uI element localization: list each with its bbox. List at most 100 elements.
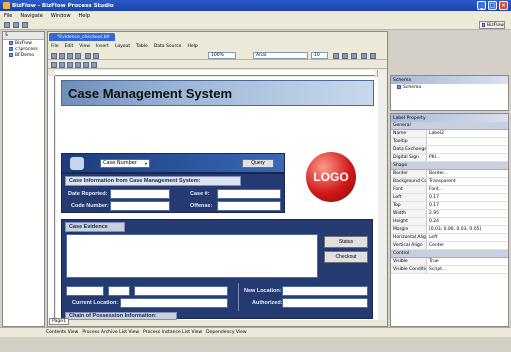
- italic-icon[interactable]: [342, 53, 348, 59]
- authorized-field[interactable]: [282, 298, 368, 308]
- property-value[interactable]: [0.03, 0.06, 0.03, 0.05]: [427, 226, 508, 233]
- image-tool-icon[interactable]: [91, 62, 97, 68]
- vertical-scrollbar[interactable]: [377, 70, 386, 320]
- schema-tree-item[interactable]: Schema: [391, 84, 508, 90]
- select-icon[interactable]: [51, 62, 57, 68]
- property-row[interactable]: Top 0.17: [391, 202, 508, 210]
- property-value[interactable]: Font...: [427, 186, 508, 193]
- property-row[interactable]: Left 0.17: [391, 194, 508, 202]
- property-group[interactable]: General: [391, 122, 508, 130]
- editor-menu-file[interactable]: File: [51, 44, 59, 49]
- bold-icon[interactable]: [333, 53, 339, 59]
- property-row[interactable]: Margin [0.03, 0.06, 0.03, 0.05]: [391, 226, 508, 234]
- property-value[interactable]: 0.17: [427, 202, 508, 209]
- current-location-field[interactable]: [120, 298, 228, 308]
- editor-menu-layout[interactable]: Layout: [115, 44, 130, 49]
- align-left-icon[interactable]: [361, 53, 367, 59]
- date-reported-field[interactable]: [110, 189, 170, 199]
- new-icon[interactable]: [4, 22, 10, 28]
- editor-menu-insert[interactable]: Insert: [96, 44, 109, 49]
- editor-menu-help[interactable]: Help: [187, 44, 197, 49]
- code-number-field[interactable]: [110, 201, 170, 211]
- case-number-field[interactable]: [217, 189, 281, 199]
- property-row[interactable]: Visible Condition Script...: [391, 266, 508, 274]
- underline-icon[interactable]: [351, 53, 357, 59]
- textbox-tool-icon[interactable]: [67, 62, 73, 68]
- property-value[interactable]: Transparent: [427, 178, 508, 185]
- property-row[interactable]: Digital Sign PKI...: [391, 154, 508, 162]
- save-icon[interactable]: [13, 22, 19, 28]
- tab-process-archive-list[interactable]: Process Archive List View: [82, 330, 139, 335]
- paste-icon[interactable]: [75, 53, 81, 59]
- tree-item[interactable]: BFDemo: [3, 52, 44, 58]
- editor-tab[interactable]: *Evidence_checkout.bfr: [49, 33, 115, 41]
- search-combo[interactable]: Case Number ▾: [100, 159, 150, 168]
- property-row[interactable]: Horizontal Align Left: [391, 234, 508, 242]
- property-value[interactable]: True: [427, 258, 508, 265]
- font-select[interactable]: Arial: [253, 52, 308, 59]
- property-value[interactable]: PKI...: [427, 154, 508, 161]
- status-button[interactable]: Status: [324, 236, 368, 248]
- property-row[interactable]: Background Co Transparent: [391, 178, 508, 186]
- property-value[interactable]: Script...: [427, 266, 508, 273]
- property-row[interactable]: Vertical Align Center: [391, 242, 508, 250]
- editor-menu-table[interactable]: Table: [136, 44, 148, 49]
- combo-tool-icon[interactable]: [83, 62, 89, 68]
- minimize-button[interactable]: _: [477, 1, 486, 10]
- menu-help[interactable]: Help: [79, 13, 90, 19]
- editor-menu-edit[interactable]: Edit: [65, 44, 74, 49]
- tab-dependency-view[interactable]: Dependency View: [206, 330, 246, 335]
- evidence-list[interactable]: [66, 234, 318, 278]
- location-field-b[interactable]: [108, 286, 130, 296]
- editor-menu-view[interactable]: View: [79, 44, 90, 49]
- editor-menu-data-source[interactable]: Data Source: [154, 44, 182, 49]
- property-group[interactable]: Control: [391, 250, 508, 258]
- property-row[interactable]: Visible True: [391, 258, 508, 266]
- property-value[interactable]: 0.24: [427, 218, 508, 225]
- button-tool-icon[interactable]: [75, 62, 81, 68]
- print-icon[interactable]: [22, 22, 28, 28]
- zoom-select[interactable]: 100%: [208, 52, 236, 59]
- undo-icon[interactable]: [85, 53, 91, 59]
- tab-contents-view[interactable]: Contents View: [46, 330, 78, 335]
- redo-icon[interactable]: [93, 53, 99, 59]
- property-value[interactable]: [427, 138, 508, 145]
- property-value[interactable]: [427, 146, 508, 153]
- property-group[interactable]: Shape: [391, 162, 508, 170]
- property-value[interactable]: 0.17: [427, 194, 508, 201]
- property-value[interactable]: Border...: [427, 170, 508, 177]
- navigator-tab[interactable]: S: [5, 33, 8, 38]
- query-button[interactable]: Query: [242, 159, 274, 168]
- property-row[interactable]: Font Font...: [391, 186, 508, 194]
- property-row[interactable]: Height 0.24: [391, 218, 508, 226]
- property-row[interactable]: Data Exchange: [391, 146, 508, 154]
- property-value[interactable]: Left: [427, 234, 508, 241]
- property-row[interactable]: Border Border...: [391, 170, 508, 178]
- property-value[interactable]: 2.95: [427, 210, 508, 217]
- perspective-label: BizFlow: [487, 22, 504, 28]
- page-tab[interactable]: Page1: [49, 318, 69, 325]
- checkout-button[interactable]: Checkout: [324, 251, 368, 263]
- copy-icon[interactable]: [67, 53, 73, 59]
- menu-file[interactable]: File: [4, 13, 12, 19]
- menu-window[interactable]: Window: [51, 13, 71, 19]
- property-value[interactable]: Center: [427, 242, 508, 249]
- property-row[interactable]: Width 2.95: [391, 210, 508, 218]
- cut-icon[interactable]: [59, 53, 65, 59]
- property-row[interactable]: Name Label2: [391, 130, 508, 138]
- align-center-icon[interactable]: [370, 53, 376, 59]
- property-row[interactable]: Tooltip: [391, 138, 508, 146]
- maximize-button[interactable]: □: [488, 1, 497, 10]
- tab-process-instance-list[interactable]: Process Instance List View: [143, 330, 202, 335]
- offense-field[interactable]: [217, 201, 281, 211]
- new-location-field[interactable]: [282, 286, 368, 296]
- font-size-select[interactable]: 10: [311, 52, 328, 59]
- label-tool-icon[interactable]: [59, 62, 65, 68]
- save-icon[interactable]: [51, 53, 57, 59]
- location-field-a[interactable]: [66, 286, 104, 296]
- menu-navigate[interactable]: Navigate: [20, 13, 42, 19]
- close-button[interactable]: ×: [499, 1, 508, 10]
- location-field-c[interactable]: [134, 286, 228, 296]
- property-value[interactable]: Label2: [427, 130, 508, 137]
- perspective-bizflow[interactable]: BizFlow: [479, 21, 505, 29]
